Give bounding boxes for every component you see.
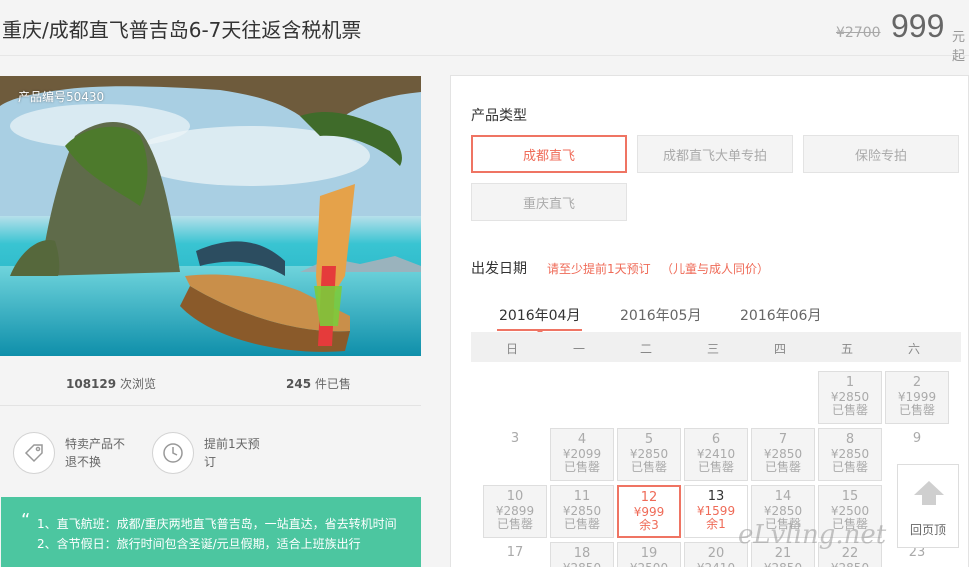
day-status: 已售罄 xyxy=(630,460,667,474)
day-number: 7 xyxy=(778,432,788,447)
weekday-label: 二 xyxy=(639,342,652,356)
beach-boat-illustration xyxy=(0,76,421,356)
day-number: 19 xyxy=(640,546,658,561)
day-number: 3 xyxy=(510,431,520,446)
price-unit: 元起 xyxy=(952,30,966,64)
calendar-day[interactable]: 12 ¥999 余3 xyxy=(617,485,681,538)
day-number: 13 xyxy=(707,489,725,504)
calendar-day[interactable]: 19¥2500 xyxy=(617,542,681,567)
day-price: ¥2850 xyxy=(551,562,613,567)
day-number: 5 xyxy=(644,432,654,447)
weekday-label: 三 xyxy=(706,342,719,356)
arrow-up-icon xyxy=(914,481,944,505)
day-status: 已售罄 xyxy=(764,460,801,474)
product-type-option[interactable]: 重庆直飞 xyxy=(471,183,627,221)
highlight-item: 1、直飞航班：成都/重庆两地直飞普吉岛，一站直达，省去转机时间 xyxy=(37,517,397,531)
weekday-label: 一 xyxy=(572,342,585,356)
child-price-note: （儿童与成人同价） xyxy=(661,262,770,276)
clock-icon xyxy=(152,432,194,474)
current-price: 999 xyxy=(891,8,945,44)
calendar-day[interactable]: 7 ¥2850 已售罄 xyxy=(751,428,815,481)
sold-count: 245 xyxy=(286,377,312,391)
day-status: 已售罄 xyxy=(831,460,868,474)
highlights-box: “ 1、直飞航班：成都/重庆两地直飞普吉岛，一站直达，省去转机时间 2、含节假日… xyxy=(1,497,421,567)
booking-panel: 产品类型 成都直飞 成都直飞大单专拍 保险专拍 重庆直飞 出发日期 请至少提前1… xyxy=(450,75,969,567)
page-header: 重庆/成都直飞普吉岛6-7天往返含税机票 ¥2700 999 元起 xyxy=(0,0,969,64)
month-tab[interactable]: 2016年06月 xyxy=(740,305,821,325)
calendar-day[interactable]: 8 ¥2850 已售罄 xyxy=(818,428,882,481)
product-photo: 产品编号50430 xyxy=(0,76,421,356)
sold-label: 件已售 xyxy=(314,377,351,391)
calendar-day[interactable]: 5 ¥2850 已售罄 xyxy=(617,428,681,481)
calendar-day[interactable]: 2 ¥1999 已售罄 xyxy=(885,371,949,424)
product-type-option[interactable]: 成都直飞大单专拍 xyxy=(637,135,793,173)
booking-note: 请至少提前1天预订 xyxy=(547,262,651,276)
day-number: 6 xyxy=(711,432,721,447)
calendar-day[interactable]: 10 ¥2899 已售罄 xyxy=(483,485,547,538)
day-status: 已售罄 xyxy=(697,460,734,474)
day-number: 12 xyxy=(640,490,658,505)
weekday-label: 日 xyxy=(505,342,518,356)
day-status: 已售罄 xyxy=(831,403,868,417)
weekday-label: 五 xyxy=(840,342,853,356)
page-title: 重庆/成都直飞普吉岛6-7天往返含税机票 xyxy=(2,18,362,42)
day-number: 4 xyxy=(577,432,587,447)
calendar-day[interactable]: 18¥2850 xyxy=(550,542,614,567)
quote-icon: “ xyxy=(21,510,31,531)
day-status: 已售罄 xyxy=(496,517,533,531)
day-status: 已售罄 xyxy=(563,517,600,531)
views-label: 次浏览 xyxy=(119,377,156,391)
day-number: 9 xyxy=(912,431,922,446)
weekday-label: 四 xyxy=(773,342,786,356)
highlight-item: 2、含节假日：旅行时间包含圣诞/元旦假期，适合上班族出行 xyxy=(37,537,361,551)
product-type-option[interactable]: 保险专拍 xyxy=(803,135,959,173)
weekday-header: 日 一 二 三 四 五 六 xyxy=(471,332,961,362)
original-price: ¥2700 xyxy=(836,25,881,41)
day-number: 10 xyxy=(506,489,524,504)
day-price: ¥2850 xyxy=(819,562,881,567)
feature-no-refund: 特卖产品不退不换 xyxy=(13,432,131,474)
feature-text: 特卖产品不退不换 xyxy=(65,437,126,469)
back-to-top-label: 回页顶 xyxy=(909,523,946,537)
views-count: 108129 xyxy=(66,377,117,391)
weekday-label: 六 xyxy=(907,342,920,356)
back-to-top-button[interactable]: 回页顶 xyxy=(897,464,959,548)
day-price: ¥2500 xyxy=(618,562,680,567)
product-type-option[interactable]: 成都直飞 xyxy=(471,135,627,173)
day-number: 17 xyxy=(506,545,524,560)
day-status: 余3 xyxy=(639,518,659,532)
product-type-label: 产品类型 xyxy=(471,108,527,124)
month-tab[interactable]: 2016年04月 xyxy=(496,305,583,333)
day-number: 14 xyxy=(774,489,792,504)
tag-icon xyxy=(13,432,55,474)
calendar-day[interactable]: 6 ¥2410 已售罄 xyxy=(684,428,748,481)
calendar-day: 3 xyxy=(483,428,547,481)
day-number: 18 xyxy=(573,546,591,561)
day-number: 11 xyxy=(573,489,591,504)
calendar-day[interactable]: 4 ¥2099 已售罄 xyxy=(550,428,614,481)
day-status: 已售罄 xyxy=(563,460,600,474)
product-stats: 108129 次浏览 245 件已售 xyxy=(0,356,421,406)
day-number: 8 xyxy=(845,432,855,447)
day-price: ¥2850 xyxy=(752,562,814,567)
departure-date-label: 出发日期 xyxy=(471,261,527,277)
feature-advance-booking: 提前1天预订 xyxy=(152,432,270,474)
day-number: 15 xyxy=(841,489,859,504)
day-price: ¥2410 xyxy=(685,562,747,567)
calendar-day[interactable]: 1 ¥2850 已售罄 xyxy=(818,371,882,424)
day-number: 1 xyxy=(845,375,855,390)
month-tab[interactable]: 2016年05月 xyxy=(620,305,701,325)
calendar-day: 17 xyxy=(483,542,547,567)
month-tabs: 2016年04月 2016年05月 2016年06月 xyxy=(496,305,821,333)
watermark: eLvling.net xyxy=(738,520,887,550)
calendar-day[interactable]: 11 ¥2850 已售罄 xyxy=(550,485,614,538)
day-status: 已售罄 xyxy=(898,403,935,417)
product-number: 产品编号50430 xyxy=(18,90,105,104)
day-number: 2 xyxy=(912,375,922,390)
feature-text: 提前1天预订 xyxy=(204,437,260,469)
